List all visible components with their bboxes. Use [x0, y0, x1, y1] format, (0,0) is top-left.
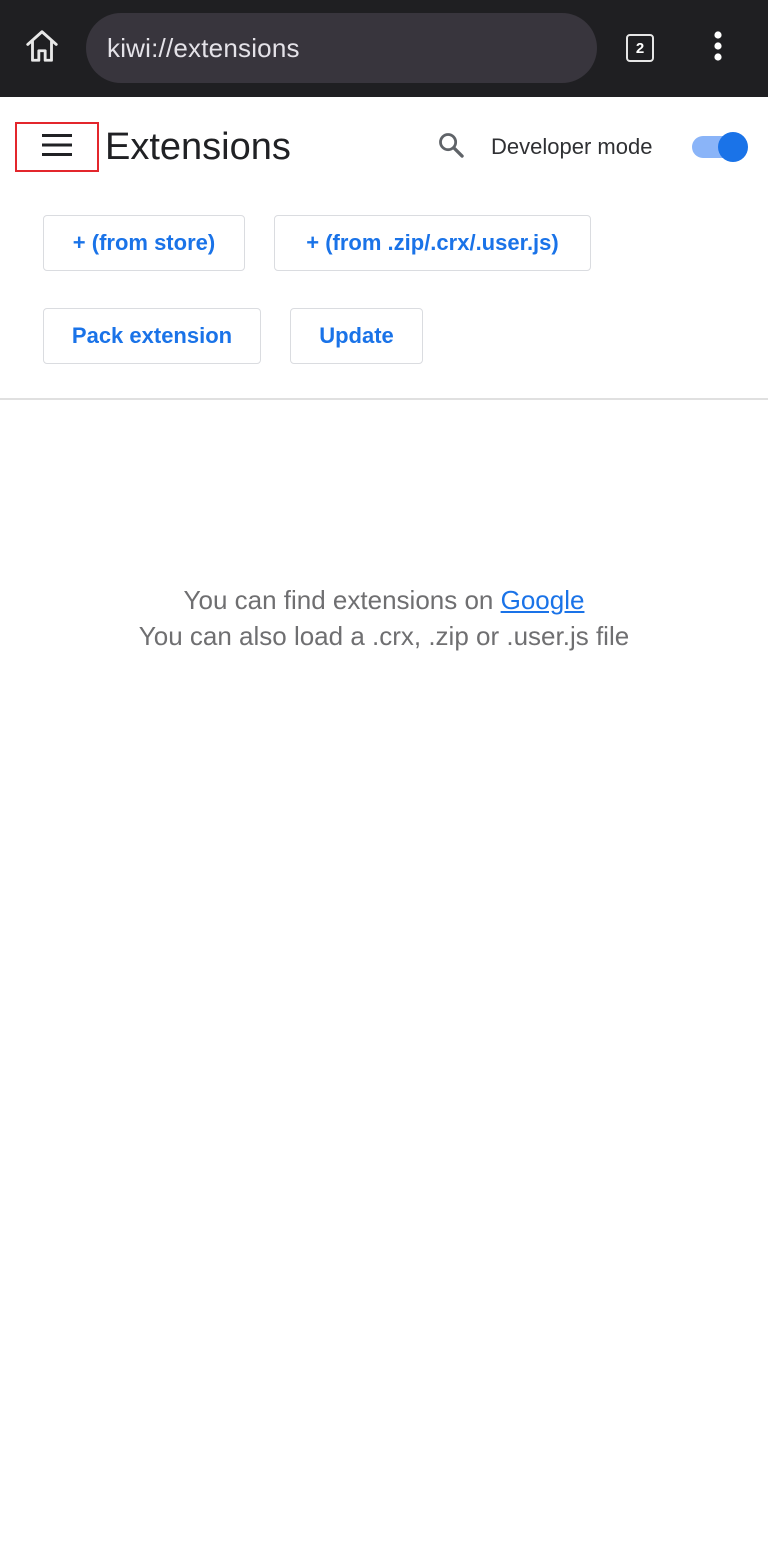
google-link[interactable]: Google	[501, 585, 585, 615]
tab-count: 2	[635, 39, 645, 57]
update-button[interactable]: Update	[290, 308, 423, 364]
pack-extension-button[interactable]: Pack extension	[43, 308, 261, 364]
more-vertical-icon	[713, 30, 723, 67]
main-menu-button[interactable]	[15, 122, 99, 172]
empty-state-prefix: You can find extensions on	[183, 585, 501, 615]
toggle-knob	[718, 132, 748, 162]
developer-mode-label: Developer mode	[491, 134, 653, 159]
home-icon	[23, 27, 61, 70]
browser-toolbar: kiwi://extensions 2	[0, 0, 768, 97]
browser-menu-button[interactable]	[700, 26, 736, 70]
empty-state-message: You can find extensions on Google You ca…	[0, 582, 768, 654]
home-button[interactable]	[20, 26, 64, 70]
tab-switcher-button[interactable]: 2	[620, 28, 660, 68]
address-bar[interactable]: kiwi://extensions	[86, 13, 597, 83]
developer-mode-toggle[interactable]	[690, 132, 748, 162]
tab-switcher-icon: 2	[626, 34, 654, 62]
search-icon	[437, 131, 465, 164]
search-button[interactable]	[431, 127, 471, 167]
add-from-store-button[interactable]: + (from store)	[43, 215, 245, 271]
empty-state-line-1: You can find extensions on Google	[0, 582, 768, 618]
add-from-file-button[interactable]: + (from .zip/.crx/.user.js)	[274, 215, 591, 271]
hamburger-menu-icon	[42, 133, 72, 161]
page-title: Extensions	[105, 126, 291, 168]
header-divider	[0, 398, 768, 400]
url-text: kiwi://extensions	[107, 32, 300, 63]
empty-state-line-2: You can also load a .crx, .zip or .user.…	[138, 621, 630, 651]
